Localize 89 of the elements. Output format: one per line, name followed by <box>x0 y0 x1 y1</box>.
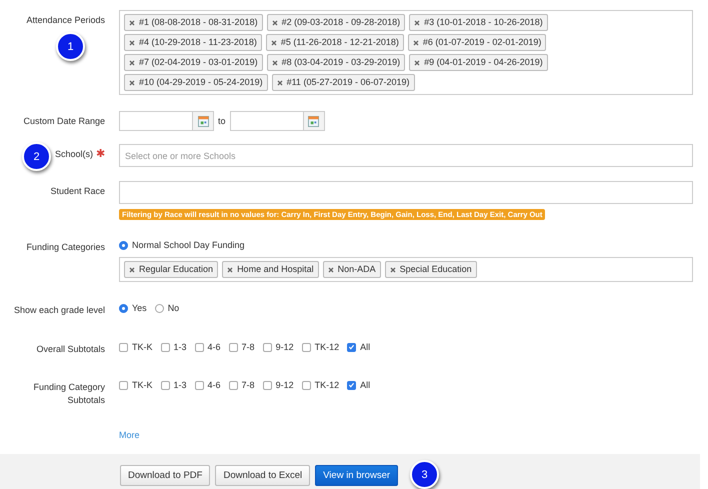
checkbox[interactable] <box>119 380 128 390</box>
radio-button[interactable] <box>119 240 128 250</box>
field-label: Student Race <box>50 185 105 198</box>
remove-icon[interactable] <box>390 266 396 272</box>
checkbox[interactable] <box>119 342 128 352</box>
checkbox-option[interactable]: TK-K <box>119 342 153 352</box>
period-tag[interactable]: #7 (02-04-2019 - 03-01-2019) <box>124 54 263 71</box>
radio-button[interactable] <box>119 304 128 312</box>
remove-icon[interactable] <box>129 80 135 86</box>
checkbox[interactable] <box>228 342 238 352</box>
remove-icon[interactable] <box>270 40 277 46</box>
field-label: Overall Subtotals <box>36 343 105 356</box>
radio-button[interactable] <box>154 304 164 312</box>
checkbox[interactable] <box>262 342 272 352</box>
remove-icon[interactable] <box>129 266 135 272</box>
field-label: Custom Date Range <box>23 115 105 128</box>
radio-option[interactable]: Yes <box>119 303 147 313</box>
checkbox-option[interactable]: All <box>347 380 370 390</box>
remove-icon[interactable] <box>412 40 419 46</box>
remove-icon[interactable] <box>227 266 234 272</box>
calendar-icon[interactable] <box>198 116 208 126</box>
start-date-field[interactable] <box>119 111 214 131</box>
remove-icon[interactable] <box>328 266 334 272</box>
remove-icon[interactable] <box>129 60 135 66</box>
category-tag[interactable]: Special Education <box>384 261 477 278</box>
checkbox-option[interactable]: 4-6 <box>194 342 221 352</box>
checkbox-option[interactable]: 4-6 <box>194 380 221 390</box>
remove-icon[interactable] <box>129 40 135 46</box>
callout-badge: 3 <box>410 460 439 489</box>
action-button[interactable]: Download to Excel <box>215 465 310 486</box>
checkbox-option[interactable]: 7-8 <box>228 380 255 390</box>
action-button[interactable]: View in browser <box>315 465 398 486</box>
checkbox[interactable] <box>302 380 311 390</box>
checkbox[interactable] <box>347 380 356 390</box>
period-tag[interactable]: #10 (04-29-2019 - 05-24-2019) <box>124 74 268 91</box>
field-label: Attendance Periods <box>26 14 105 27</box>
category-tag[interactable]: Non-ADA <box>322 261 381 278</box>
required-mark: ✱ <box>96 148 105 161</box>
checkbox[interactable] <box>194 380 204 390</box>
period-tag[interactable]: #1 (08-08-2018 - 08-31-2018) <box>124 14 263 31</box>
category-tag[interactable]: Home and Hospital <box>222 261 319 278</box>
action-button[interactable]: Download to PDF <box>120 465 210 486</box>
period-tag[interactable]: #9 (04-01-2019 - 04-26-2019) <box>409 54 548 71</box>
checkbox[interactable] <box>160 342 170 352</box>
remove-icon[interactable] <box>272 20 278 26</box>
period-tag[interactable]: #6 (01-07-2019 - 02-01-2019) <box>408 34 546 51</box>
checkbox-option[interactable]: 1-3 <box>160 380 187 390</box>
field-label: Funding Categories <box>26 241 105 254</box>
field-label: School(s) <box>54 148 93 161</box>
period-tag[interactable]: #4 (10-29-2018 - 11-23-2018) <box>124 34 262 51</box>
remove-icon[interactable] <box>129 20 135 26</box>
attendance-periods-field[interactable] <box>119 10 693 95</box>
period-tag[interactable]: #11 (05-27-2019 - 06-07-2019) <box>272 74 415 91</box>
checkbox[interactable] <box>228 380 238 390</box>
checkbox-option[interactable]: All <box>347 342 370 352</box>
checkbox-option[interactable]: TK-12 <box>302 380 340 390</box>
remove-icon[interactable] <box>272 60 278 66</box>
checkbox[interactable] <box>347 342 356 352</box>
checkbox[interactable] <box>194 342 204 352</box>
callout-badge: 2 <box>22 142 51 171</box>
checkbox-option[interactable]: 1-3 <box>160 342 187 352</box>
field-label: Show each grade level <box>14 304 105 317</box>
checkbox[interactable] <box>302 342 311 352</box>
schools-field[interactable]: Select one or more Schools <box>119 144 693 167</box>
more-link[interactable]: More <box>119 428 140 440</box>
checkbox[interactable] <box>262 380 272 390</box>
remove-icon[interactable] <box>414 20 420 26</box>
period-tag[interactable]: #5 (11-26-2018 - 12-21-2018) <box>266 34 404 51</box>
remove-icon[interactable] <box>276 80 283 86</box>
period-tag[interactable]: #8 (03-04-2019 - 03-29-2019) <box>266 54 406 71</box>
period-tag[interactable]: #3 (10-01-2018 - 10-26-2018) <box>409 14 548 31</box>
period-tag[interactable]: #2 (09-03-2018 - 09-28-2018) <box>266 14 406 31</box>
category-tag[interactable]: Regular Education <box>124 261 218 278</box>
to-label: to <box>218 116 226 126</box>
radio-option[interactable]: Normal School Day Funding <box>119 240 245 250</box>
calendar-icon[interactable] <box>308 116 320 126</box>
checkbox-option[interactable]: TK-K <box>119 380 153 390</box>
end-date-field[interactable] <box>230 111 325 131</box>
checkbox-option[interactable]: 9-12 <box>262 342 294 352</box>
funding-categories-field[interactable]: Regular Education Home and Hospital Non-ADA Special Education <box>119 257 693 282</box>
field-label: Funding Category Subtotals <box>32 381 105 407</box>
checkbox-option[interactable]: 7-8 <box>228 342 255 352</box>
checkbox[interactable] <box>160 380 170 390</box>
callout-badge: 1 <box>56 32 85 61</box>
checkbox-option[interactable]: TK-12 <box>302 342 340 352</box>
remove-icon[interactable] <box>414 60 420 66</box>
student-race-field[interactable] <box>119 181 693 204</box>
radio-option[interactable]: No <box>154 303 180 313</box>
checkbox-option[interactable]: 9-12 <box>262 380 294 390</box>
